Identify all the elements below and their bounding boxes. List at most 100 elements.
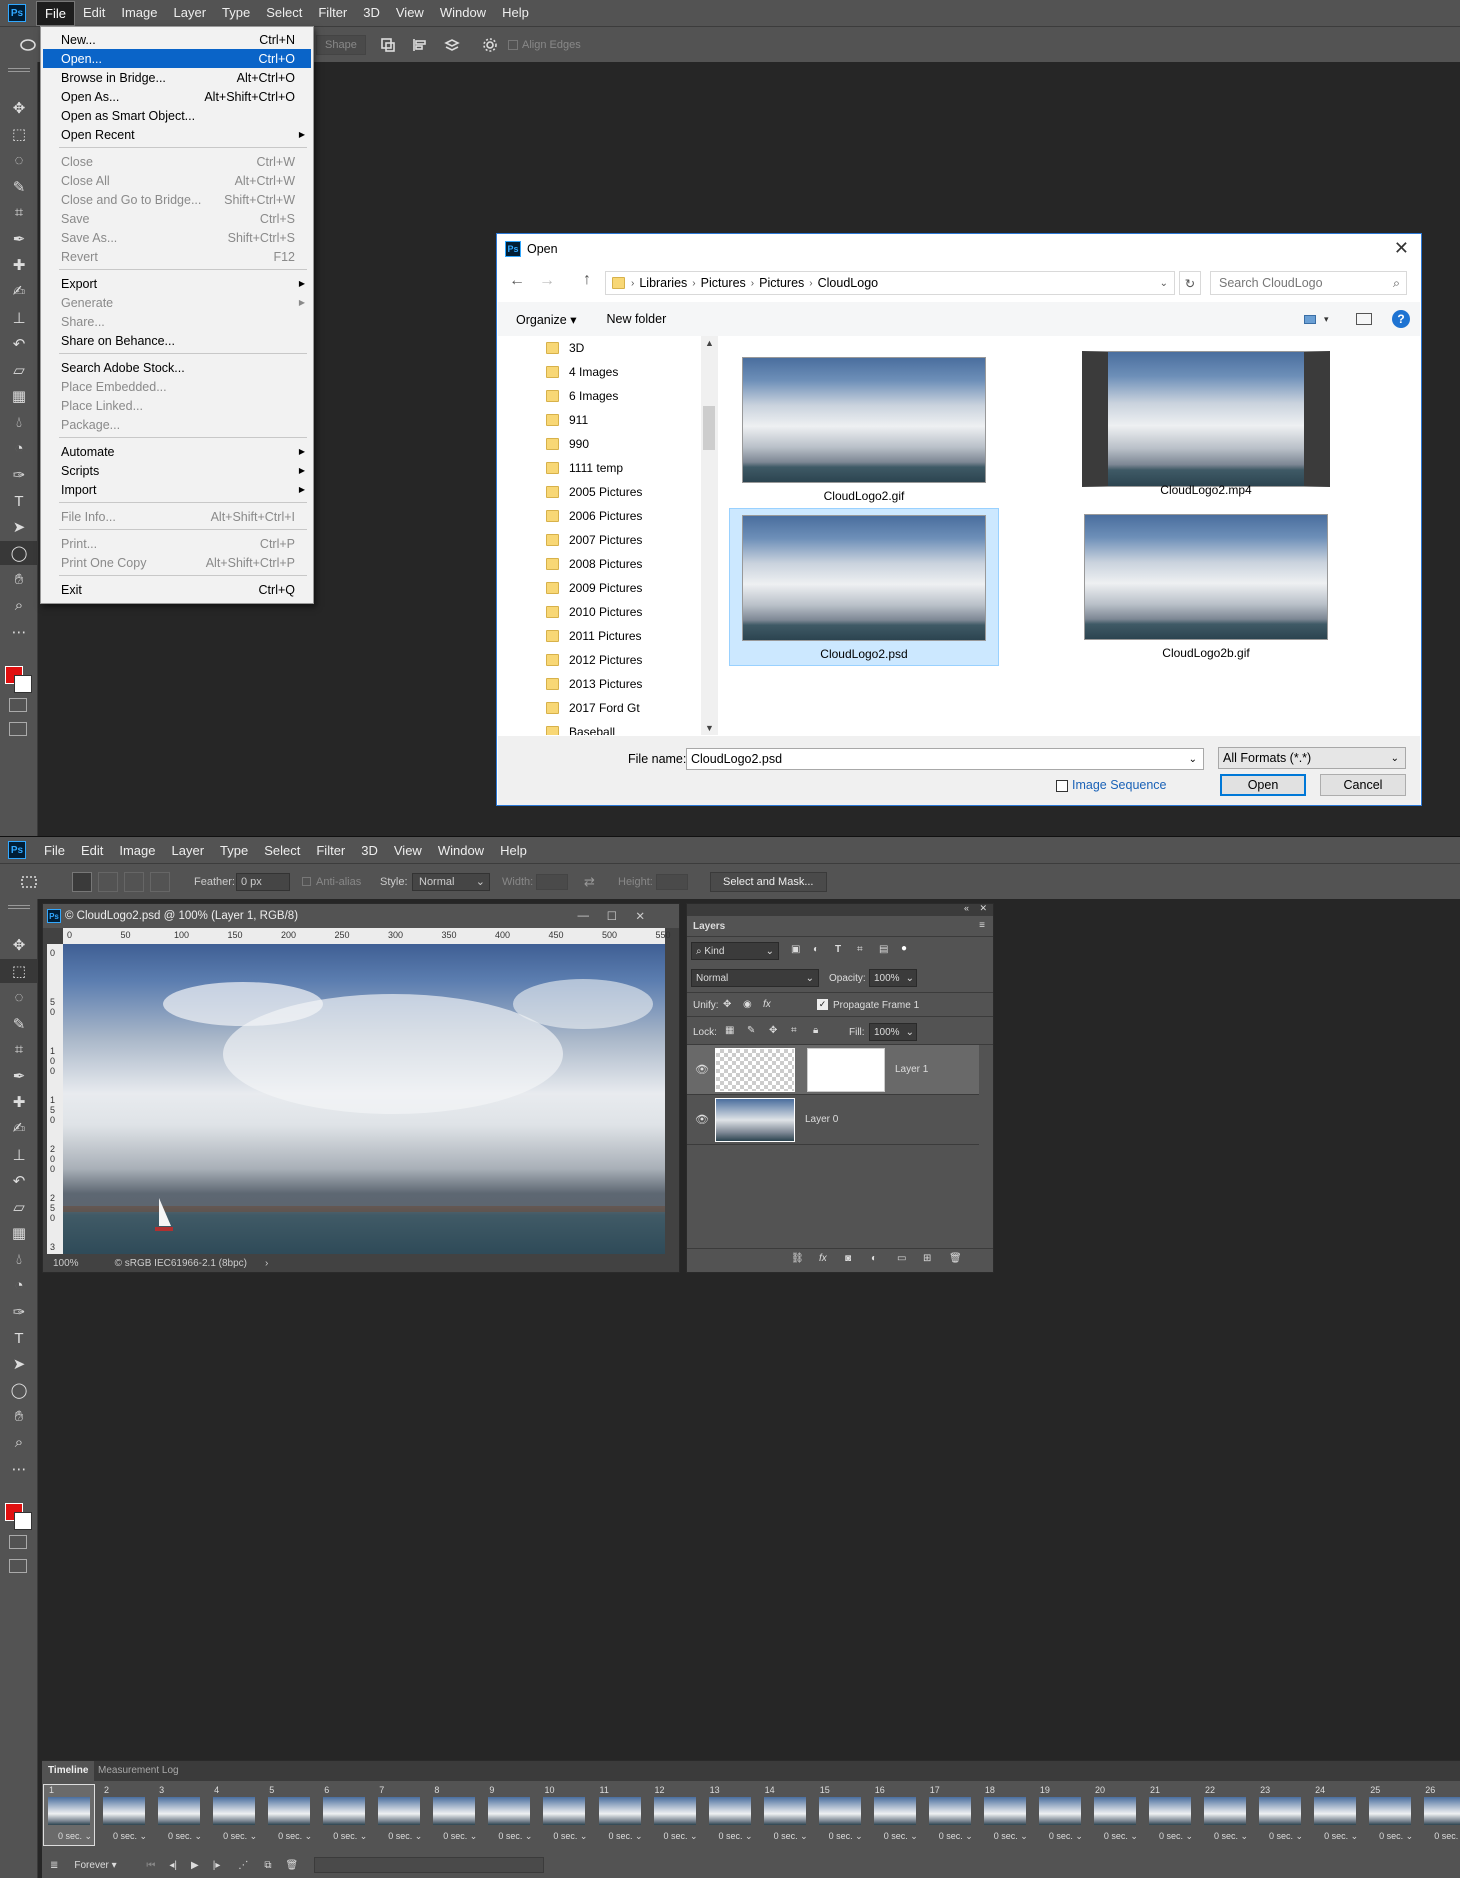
stamp-tool-icon[interactable]: ⊥ [0, 306, 38, 330]
file-menu-item-scripts[interactable]: Scripts ▶ [43, 461, 311, 480]
chevron-down-icon[interactable]: ⌄ [1391, 753, 1399, 764]
folder-tree-item[interactable]: 2009 Pictures [546, 578, 642, 598]
frame-delay[interactable]: 0 sec. ⌄ [376, 1831, 422, 1842]
chevron-down-icon[interactable]: ▾ [1324, 314, 1329, 325]
frame-delay[interactable]: 0 sec. ⌄ [46, 1831, 92, 1842]
preview-pane-icon[interactable] [1356, 313, 1372, 325]
folder-tree-item[interactable]: 3D [546, 338, 584, 358]
file-tile[interactable]: CloudLogo2.gif [729, 351, 999, 509]
menu-help[interactable]: Help [492, 839, 535, 862]
frame-delay[interactable]: 0 sec. ⌄ [762, 1831, 808, 1842]
timeline-frame[interactable]: 20 0 sec. ⌄ [1090, 1785, 1140, 1845]
ellipse-tool-icon[interactable]: ◯ [0, 1378, 38, 1402]
layer-row[interactable]: 👁︎ Layer 1 [687, 1045, 979, 1095]
menu-type[interactable]: Type [214, 1, 258, 26]
file-tile[interactable]: CloudLogo2.mp4 [1071, 351, 1341, 509]
timeline-frame[interactable]: 3 0 sec. ⌄ [154, 1785, 204, 1845]
menu-layer[interactable]: Layer [164, 839, 213, 862]
hand-tool-icon[interactable]: ✋︎ [0, 1405, 38, 1429]
screen-mode-icon[interactable] [9, 1559, 27, 1573]
width-input[interactable] [536, 873, 568, 890]
file-name-input[interactable]: CloudLogo2.psd ⌄ [686, 748, 1204, 770]
unify-position-icon[interactable]: ✥ [723, 999, 731, 1010]
frame-delay[interactable]: 0 sec. ⌄ [1312, 1831, 1358, 1842]
path-arrangement-icon[interactable] [444, 37, 460, 53]
crop-tool-icon[interactable]: ⌗ [0, 1038, 38, 1062]
timeline-frame[interactable]: 17 0 sec. ⌄ [925, 1785, 975, 1845]
folder-tree-item[interactable]: 2008 Pictures [546, 554, 642, 574]
file-menu-item-open-as-smart-object[interactable]: Open as Smart Object... [43, 106, 311, 125]
marquee-tool-icon[interactable]: ⬚ [0, 122, 38, 146]
blend-mode-select[interactable]: Normal ⌄ [691, 969, 819, 987]
mask-icon[interactable]: ◙ [845, 1253, 851, 1264]
collapse-icon[interactable]: « [964, 903, 969, 913]
history-brush-tool-icon[interactable]: ↶ [0, 1169, 38, 1193]
tab-layers[interactable]: Layers [687, 916, 747, 936]
dodge-tool-icon[interactable]: ◔ [0, 1274, 38, 1298]
frame-delay[interactable]: 0 sec. ⌄ [652, 1831, 697, 1842]
move-tool-icon[interactable]: ✥ [0, 933, 38, 957]
new-layer-icon[interactable]: ⊞ [923, 1253, 931, 1264]
timeline-frame[interactable]: 25 0 sec. ⌄ [1365, 1785, 1415, 1845]
quick-mask-icon[interactable] [9, 1535, 27, 1549]
color-profile[interactable]: © sRGB IEC61966-2.1 (8bpc) [115, 1258, 247, 1269]
timeline-frame[interactable]: 11 0 sec. ⌄ [595, 1785, 645, 1845]
maximize-icon[interactable]: ☐ [607, 909, 617, 923]
search-input[interactable]: Search CloudLogo ⌕ [1210, 271, 1407, 295]
background-color-swatch[interactable] [14, 1512, 32, 1530]
timeline-frame[interactable]: 14 0 sec. ⌄ [760, 1785, 810, 1845]
new-folder-button[interactable]: New folder [606, 312, 666, 326]
timeline-frame[interactable]: 9 0 sec. ⌄ [484, 1785, 534, 1845]
folder-tree-item[interactable]: 4 Images [546, 362, 618, 382]
close-icon[interactable]: ✕ [1394, 238, 1409, 259]
ellipse-tool-icon[interactable]: ◯ [0, 541, 38, 566]
timeline-frame[interactable]: 22 0 sec. ⌄ [1200, 1785, 1250, 1845]
loop-select[interactable]: Forever ▾ [74, 1860, 132, 1871]
forward-arrow-icon[interactable]: → [539, 272, 555, 290]
image-filter-icon[interactable]: ▣ [791, 944, 800, 955]
file-menu-item-share-on-behance[interactable]: Share on Behance... [43, 331, 311, 350]
file-menu-item-export[interactable]: Export ▶ [43, 274, 311, 293]
anti-alias-checkbox[interactable] [302, 877, 311, 886]
rectangular-marquee-icon[interactable] [20, 875, 42, 889]
screen-mode-icon[interactable] [9, 722, 27, 736]
close-icon[interactable]: ✕ [979, 903, 987, 914]
link-icon[interactable]: ⛓ [791, 1253, 804, 1264]
breadcrumb-item[interactable]: Pictures [696, 276, 751, 290]
blur-tool-icon[interactable]: 💧︎ [0, 410, 38, 434]
gradient-tool-icon[interactable]: ▦ [0, 1221, 38, 1245]
lasso-tool-icon[interactable]: ◌ [0, 148, 38, 172]
file-menu-item-new[interactable]: New... Ctrl+N [43, 30, 311, 49]
folder-tree-item[interactable]: 6 Images [546, 386, 618, 406]
filter-toggle-icon[interactable]: ● [901, 943, 907, 954]
subtract-selection-icon[interactable] [124, 871, 144, 892]
timeline-frame[interactable]: 26 0 sec. ⌄ [1420, 1785, 1460, 1845]
crop-tool-icon[interactable]: ⌗ [0, 201, 38, 225]
marquee-tool-icon[interactable]: ⬚ [0, 959, 38, 984]
close-icon[interactable]: ✕ [635, 909, 645, 923]
file-menu-item-open-recent[interactable]: Open Recent ▶ [43, 125, 311, 144]
timeline-frame[interactable]: 6 0 sec. ⌄ [319, 1785, 369, 1845]
panel-menu-icon[interactable]: ≡ [979, 920, 985, 931]
quick-select-tool-icon[interactable]: ✎ [0, 1012, 38, 1036]
fx-icon[interactable]: fx [819, 1253, 827, 1264]
timeline-menu-icon[interactable]: ≣ [50, 1860, 58, 1871]
file-menu-item-browse-in-bridge[interactable]: Browse in Bridge... Alt+Ctrl+O [43, 68, 311, 87]
new-selection-icon[interactable] [72, 871, 92, 892]
eye-visibility-icon[interactable]: 👁︎ [695, 1113, 709, 1126]
timeline-frame[interactable]: 19 0 sec. ⌄ [1035, 1785, 1085, 1845]
chevron-down-icon[interactable]: ⌄ [1160, 278, 1168, 289]
pen-tool-icon[interactable]: ✑ [0, 463, 38, 487]
frame-delay[interactable]: 0 sec. ⌄ [1367, 1831, 1413, 1842]
menu-help[interactable]: Help [494, 1, 537, 26]
status-arrow-icon[interactable]: › [265, 1258, 268, 1269]
shape-filter-icon[interactable]: ⌗ [857, 944, 863, 955]
frame-delay[interactable]: 0 sec. ⌄ [707, 1831, 753, 1842]
file-menu-item-open[interactable]: Open... Ctrl+O [43, 49, 311, 68]
unify-style-icon[interactable]: fx [763, 999, 771, 1010]
smart-object-filter-icon[interactable]: ▤ [879, 944, 888, 955]
previous-frame-icon[interactable]: ◂| [169, 1860, 177, 1871]
menu-type[interactable]: Type [212, 839, 256, 862]
file-tile[interactable]: CloudLogo2b.gif [1071, 508, 1341, 666]
frame-delay[interactable]: 0 sec. ⌄ [266, 1831, 312, 1842]
